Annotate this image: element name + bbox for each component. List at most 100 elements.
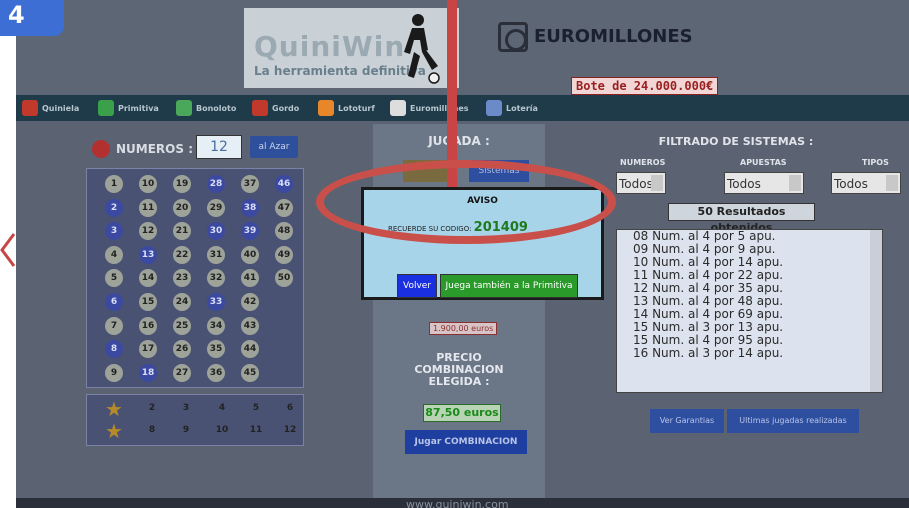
- number-ball[interactable]: 1: [105, 175, 123, 193]
- number-ball[interactable]: 41: [241, 269, 259, 288]
- number-ball[interactable]: 32: [207, 269, 225, 288]
- apuestas-column-label: APUESTAS: [740, 158, 787, 167]
- list-item[interactable]: 16 Num. al 3 por 14 apu.: [617, 347, 882, 360]
- number-ball[interactable]: 7: [105, 316, 123, 335]
- star-number[interactable]: 3: [177, 399, 195, 417]
- logo-title: QuiniWin: [254, 30, 406, 63]
- star-number[interactable]: 2: [143, 399, 161, 417]
- bonoloto-icon: [176, 100, 192, 116]
- jugar-combinacion-button[interactable]: Jugar COMBINACION: [405, 430, 527, 454]
- number-ball[interactable]: 3: [105, 222, 123, 241]
- number-ball[interactable]: 24: [173, 293, 191, 311]
- header: QuiniWin La herramienta definitiva EUROM…: [16, 0, 909, 95]
- number-ball[interactable]: 17: [139, 340, 157, 359]
- nav-item-loteria[interactable]: Lotería: [486, 100, 538, 116]
- number-ball[interactable]: 10: [139, 175, 157, 193]
- ultimas-jugadas-button[interactable]: Ultimas jugadas realizadas: [727, 409, 859, 433]
- number-ball[interactable]: 43: [241, 316, 259, 335]
- number-ball[interactable]: 36: [207, 363, 225, 382]
- star-number[interactable]: 8: [143, 421, 161, 439]
- number-ball[interactable]: 14: [139, 269, 157, 288]
- star-number[interactable]: 6: [281, 399, 299, 417]
- number-ball[interactable]: 40: [241, 245, 259, 264]
- nav-item-primitiva[interactable]: Primitiva: [98, 100, 159, 116]
- number-ball[interactable]: 12: [139, 222, 157, 241]
- number-ball[interactable]: 23: [173, 269, 191, 288]
- number-ball[interactable]: 2: [105, 198, 123, 217]
- euro-amount: 1.900,00 euros: [429, 322, 498, 335]
- number-ball[interactable]: 6: [105, 293, 123, 311]
- number-ball[interactable]: 21: [173, 222, 191, 241]
- juega-primitiva-button[interactable]: Juega también a la Primitiva: [440, 274, 578, 298]
- apuestas-select[interactable]: Todos: [724, 172, 804, 194]
- jackpot-badge: Bote de 24.000.000€: [571, 77, 719, 95]
- number-ball[interactable]: 38: [241, 198, 259, 217]
- number-ball[interactable]: 28: [207, 175, 225, 193]
- number-ball[interactable]: 39: [241, 222, 259, 241]
- number-ball[interactable]: 33: [207, 293, 225, 311]
- number-ball[interactable]: 35: [207, 340, 225, 359]
- number-ball[interactable]: 13: [139, 245, 157, 264]
- number-ball[interactable]: 11: [139, 198, 157, 217]
- number-ball[interactable]: 44: [241, 340, 259, 359]
- numeros-input[interactable]: 12: [196, 135, 242, 159]
- volver-button[interactable]: Volver: [397, 274, 437, 298]
- number-ball[interactable]: 46: [275, 175, 293, 193]
- number-ball[interactable]: 25: [173, 316, 191, 335]
- filtrado-title: FILTRADO DE SISTEMAS :: [658, 135, 814, 148]
- number-ball[interactable]: 45: [241, 363, 259, 382]
- number-ball[interactable]: 16: [139, 316, 157, 335]
- number-ball[interactable]: 19: [173, 175, 191, 193]
- chevron-down-icon: [651, 175, 663, 191]
- number-ball[interactable]: 42: [241, 293, 259, 311]
- highlight-ellipse: [316, 160, 616, 244]
- nav-label: Lototurf: [338, 103, 375, 113]
- number-ball[interactable]: 26: [173, 340, 191, 359]
- number-ball[interactable]: 29: [207, 198, 225, 217]
- euromillones-logo[interactable]: EUROMILLONES: [494, 18, 734, 68]
- star-number[interactable]: 11: [247, 421, 265, 439]
- footer-url[interactable]: www.quiniwin.com: [406, 498, 509, 508]
- nav-item-quiniela[interactable]: Quiniela: [22, 100, 79, 116]
- nav-item-bonoloto[interactable]: Bonoloto: [176, 100, 236, 116]
- number-ball[interactable]: 20: [173, 198, 191, 217]
- nav-label: Primitiva: [118, 103, 159, 113]
- number-ball[interactable]: 8: [105, 340, 123, 359]
- number-ball[interactable]: 48: [275, 222, 293, 241]
- numeros-icon: [92, 140, 110, 158]
- number-ball[interactable]: 22: [173, 245, 191, 264]
- number-ball[interactable]: 27: [173, 363, 191, 382]
- nav-label: Lotería: [506, 103, 538, 113]
- star-number[interactable]: 5: [247, 399, 265, 417]
- list-scrollbar[interactable]: [870, 230, 882, 392]
- nav-item-gordo[interactable]: Gordo: [252, 100, 299, 116]
- number-ball[interactable]: 4: [105, 245, 123, 264]
- ver-garantias-button[interactable]: Ver Garantias: [650, 409, 724, 433]
- nav-item-lototurf[interactable]: Lototurf: [318, 100, 375, 116]
- al-azar-button[interactable]: al Azar: [250, 136, 298, 158]
- number-ball[interactable]: 9: [105, 363, 123, 382]
- number-ball[interactable]: 5: [105, 269, 123, 288]
- star-number[interactable]: 10: [213, 421, 231, 439]
- tipos-select-value: Todos: [834, 177, 868, 191]
- precio-line3: ELEGIDA :: [428, 375, 490, 388]
- side-arrow-icon: [0, 233, 16, 267]
- number-ball[interactable]: 18: [139, 363, 157, 382]
- number-ball[interactable]: 47: [275, 198, 293, 217]
- number-ball[interactable]: 50: [275, 269, 293, 288]
- numeros-select[interactable]: Todos: [616, 172, 666, 194]
- star-number[interactable]: 4: [213, 399, 231, 417]
- number-ball[interactable]: 37: [241, 175, 259, 193]
- number-ball[interactable]: 15: [139, 293, 157, 311]
- page: QuiniWin La herramienta definitiva EUROM…: [16, 0, 909, 508]
- number-ball[interactable]: 49: [275, 245, 293, 264]
- sistemas-list[interactable]: 08 Num. al 4 por 5 apu. 09 Num. al 4 por…: [616, 229, 883, 393]
- number-ball[interactable]: 31: [207, 245, 225, 264]
- lototurf-icon: [318, 100, 334, 116]
- number-ball[interactable]: 34: [207, 316, 225, 335]
- star-number[interactable]: 12: [281, 421, 299, 439]
- number-ball[interactable]: 30: [207, 222, 225, 241]
- star-number[interactable]: 9: [177, 421, 195, 439]
- quiniwin-logo[interactable]: QuiniWin La herramienta definitiva: [244, 8, 459, 88]
- tipos-select[interactable]: Todos: [831, 172, 901, 194]
